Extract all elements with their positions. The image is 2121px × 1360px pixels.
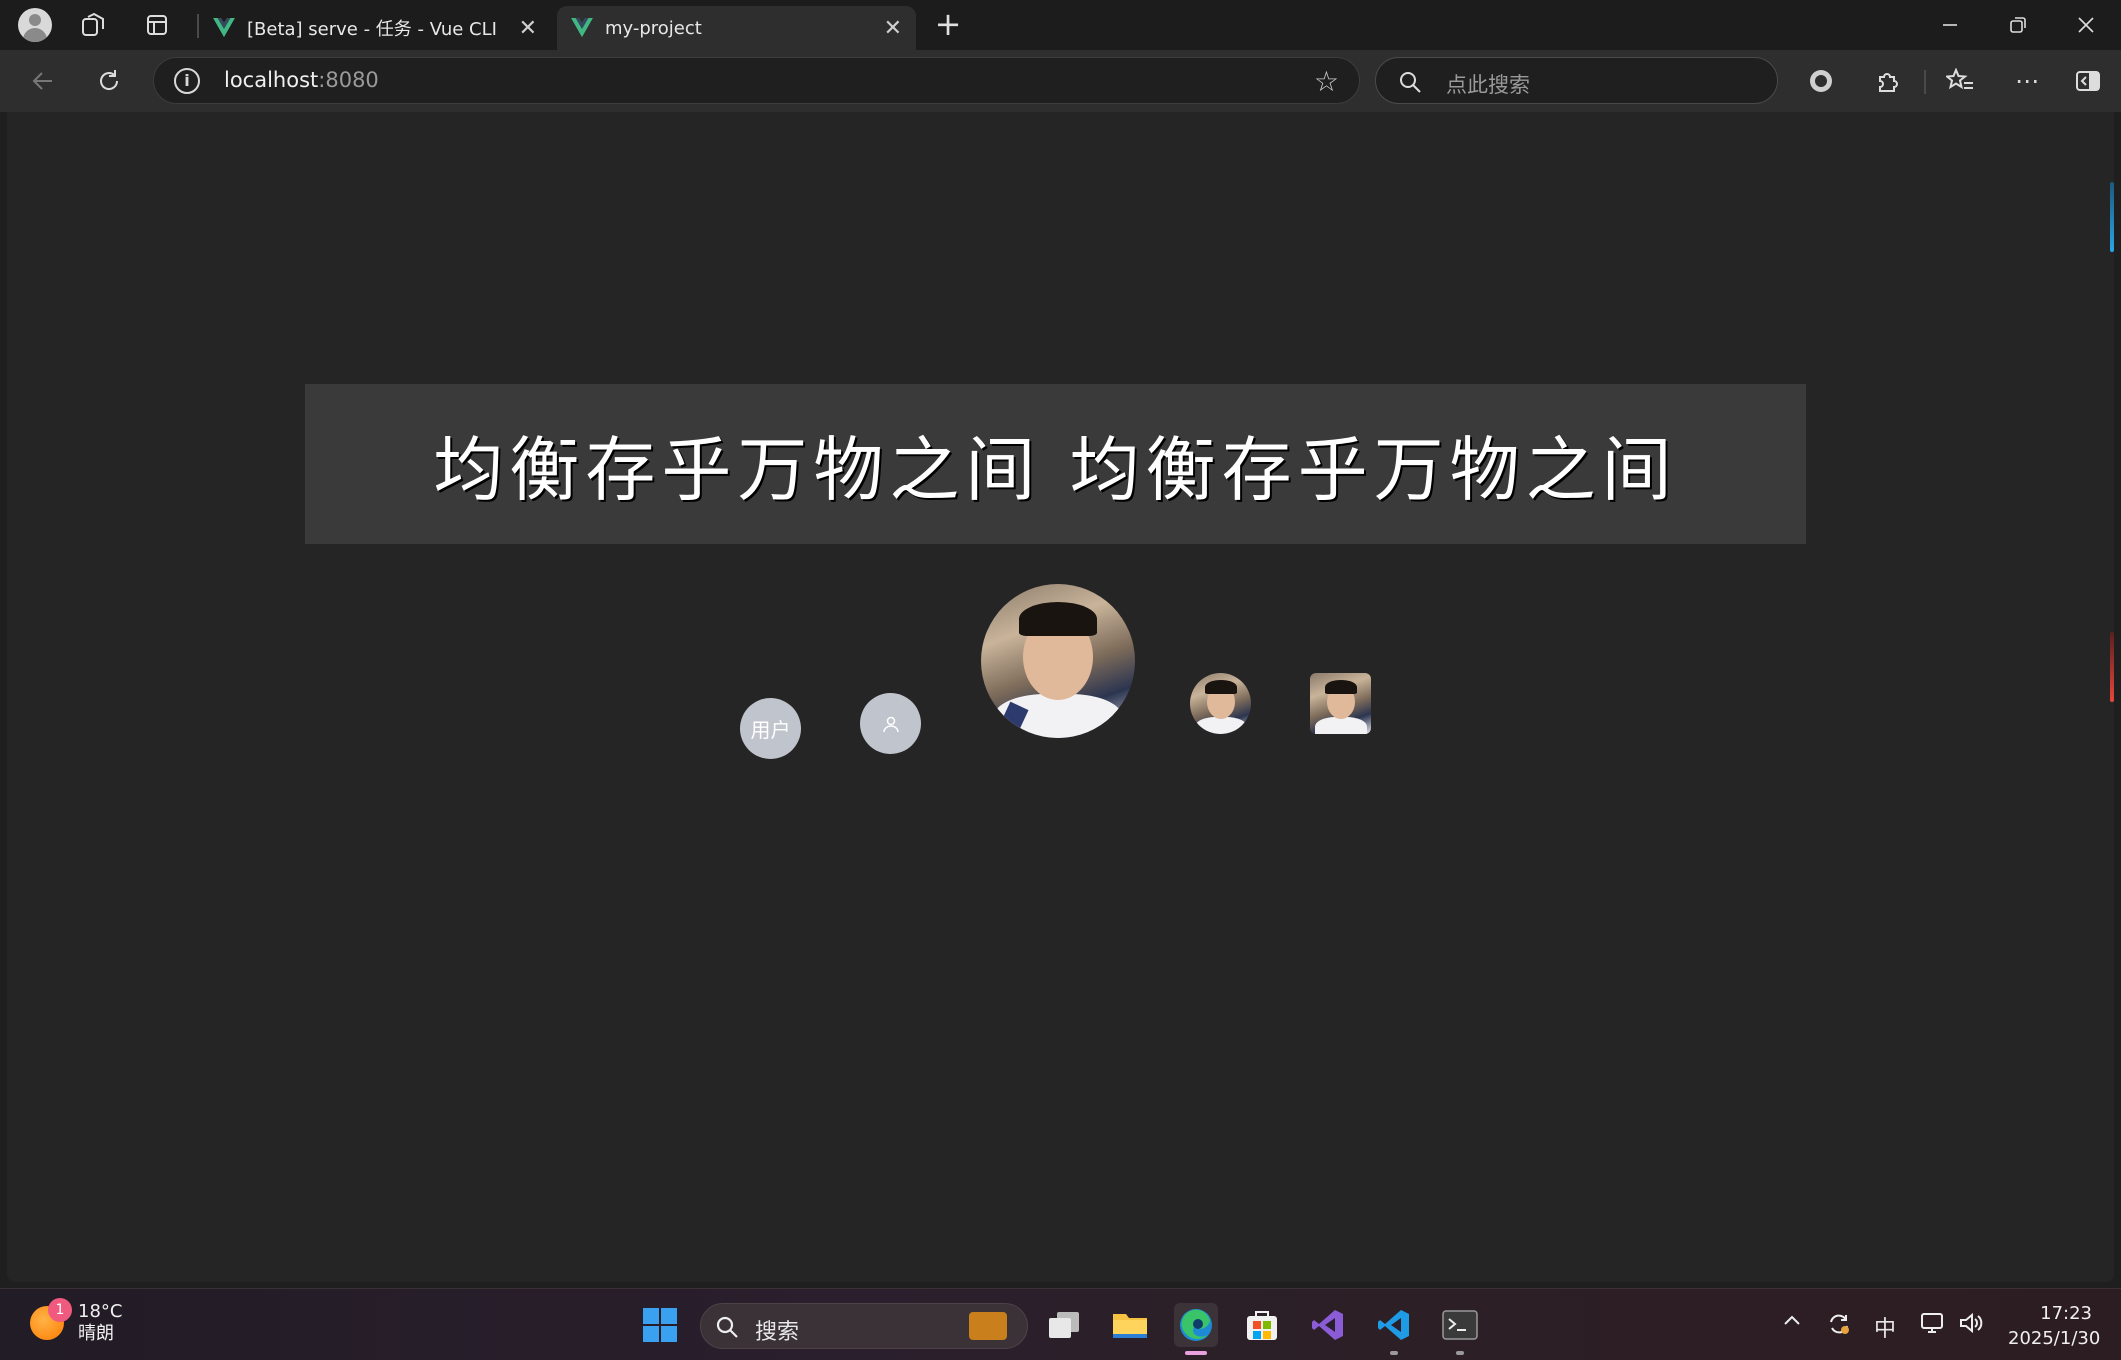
avatar-icon bbox=[860, 693, 921, 754]
notification-badge: 1 bbox=[48, 1298, 72, 1322]
close-tab-icon[interactable]: ✕ bbox=[884, 16, 902, 41]
avatar-label: 用户 bbox=[750, 718, 791, 742]
avatar-photo-large bbox=[981, 584, 1135, 738]
system-clock[interactable]: 17:23 2025/1/30 bbox=[2008, 1301, 2101, 1351]
vue-logo-icon bbox=[571, 18, 593, 38]
tab-title: [Beta] serve - 任务 - Vue CLI bbox=[247, 19, 497, 40]
avatar-photo-square bbox=[1310, 673, 1371, 734]
collections-icon[interactable] bbox=[77, 9, 109, 41]
visual-studio-icon[interactable] bbox=[1306, 1303, 1350, 1347]
refresh-button[interactable] bbox=[90, 62, 128, 100]
taskbar-search-label: 搜索 bbox=[755, 1320, 800, 1345]
favorites-icon[interactable] bbox=[1941, 62, 1979, 100]
restore-button[interactable] bbox=[1988, 6, 2048, 44]
back-arrow-icon bbox=[32, 72, 52, 90]
tab-my-project[interactable]: my-project ✕ bbox=[557, 6, 916, 50]
store-icon[interactable] bbox=[1240, 1303, 1284, 1347]
banner: 均衡存乎万物之间 均衡存乎万物之间 bbox=[305, 384, 1806, 544]
url-port: :8080 bbox=[318, 68, 379, 92]
windows-taskbar: 1 18°C 晴朗 搜索 中 17:23 2025/1/30 bbox=[0, 1288, 2121, 1360]
vue-logo-icon bbox=[213, 18, 235, 38]
refresh-icon bbox=[100, 70, 119, 90]
extensions-icon[interactable] bbox=[1868, 62, 1906, 100]
back-button[interactable] bbox=[24, 62, 62, 100]
browser-toolbar: i localhost:8080 ☆ 点此搜索 ⋯ bbox=[0, 50, 2121, 112]
site-info-icon[interactable]: i bbox=[174, 68, 200, 94]
clock-time: 17:23 bbox=[2040, 1303, 2092, 1324]
search-icon bbox=[716, 1316, 738, 1338]
terminal-icon[interactable] bbox=[1438, 1303, 1482, 1355]
vscode-icon[interactable] bbox=[1372, 1303, 1416, 1355]
edge-icon[interactable] bbox=[1174, 1303, 1218, 1355]
sidebar-toggle-icon[interactable] bbox=[2069, 62, 2107, 100]
scroll-indicator-blue bbox=[2110, 182, 2114, 252]
scroll-indicator-red bbox=[2110, 632, 2114, 702]
volume-icon[interactable] bbox=[1958, 1311, 1984, 1341]
weather-widget[interactable]: 1 18°C 晴朗 bbox=[30, 1298, 123, 1345]
tab-actions-icon[interactable] bbox=[141, 9, 173, 41]
weather-temp: 18°C bbox=[78, 1301, 123, 1322]
start-button[interactable] bbox=[638, 1303, 682, 1347]
ime-indicator[interactable]: 中 bbox=[1874, 1311, 1896, 1343]
user-icon bbox=[882, 716, 899, 732]
windows-logo-icon bbox=[643, 1308, 677, 1342]
toolbar-divider bbox=[1924, 70, 1926, 94]
file-explorer-icon[interactable] bbox=[1108, 1303, 1152, 1347]
task-view-icon[interactable] bbox=[1042, 1303, 1086, 1347]
browser-titlebar: [Beta] serve - 任务 - Vue CLI ✕ my-project… bbox=[0, 0, 2121, 50]
briefcase-icon bbox=[969, 1312, 1007, 1340]
record-icon[interactable] bbox=[1802, 62, 1840, 100]
close-window-button[interactable] bbox=[2056, 6, 2116, 44]
minimize-button[interactable] bbox=[1920, 6, 1980, 44]
search-placeholder: 点此搜索 bbox=[1446, 73, 1530, 97]
weather-condition: 晴朗 bbox=[78, 1323, 114, 1344]
address-bar[interactable]: i localhost:8080 ☆ bbox=[153, 57, 1360, 104]
close-tab-icon[interactable]: ✕ bbox=[519, 16, 537, 41]
taskbar-search[interactable]: 搜索 bbox=[700, 1303, 1028, 1349]
sun-icon: 1 bbox=[30, 1298, 72, 1340]
url-text[interactable]: localhost:8080 bbox=[224, 68, 379, 92]
sync-icon[interactable] bbox=[1826, 1311, 1852, 1343]
new-tab-button[interactable]: + bbox=[932, 8, 964, 41]
show-hidden-icons-chevron-icon[interactable] bbox=[1782, 1311, 1802, 1337]
profile-avatar-icon[interactable] bbox=[18, 8, 52, 42]
more-options-icon[interactable]: ⋯ bbox=[2008, 62, 2046, 100]
avatar-photo-small bbox=[1190, 673, 1251, 734]
clock-date: 2025/1/30 bbox=[2008, 1328, 2101, 1349]
favorite-star-icon[interactable]: ☆ bbox=[1314, 65, 1339, 98]
tab-title: my-project bbox=[605, 17, 702, 39]
search-box[interactable]: 点此搜索 bbox=[1375, 57, 1778, 104]
url-host: localhost bbox=[224, 68, 319, 92]
network-icon[interactable] bbox=[1920, 1311, 1946, 1341]
avatar-text: 用户 bbox=[740, 698, 801, 759]
banner-text: 均衡存乎万物之间 均衡存乎万物之间 bbox=[433, 428, 1678, 511]
search-icon bbox=[1400, 72, 1421, 93]
tab-vue-cli[interactable]: [Beta] serve - 任务 - Vue CLI ✕ bbox=[199, 6, 551, 50]
